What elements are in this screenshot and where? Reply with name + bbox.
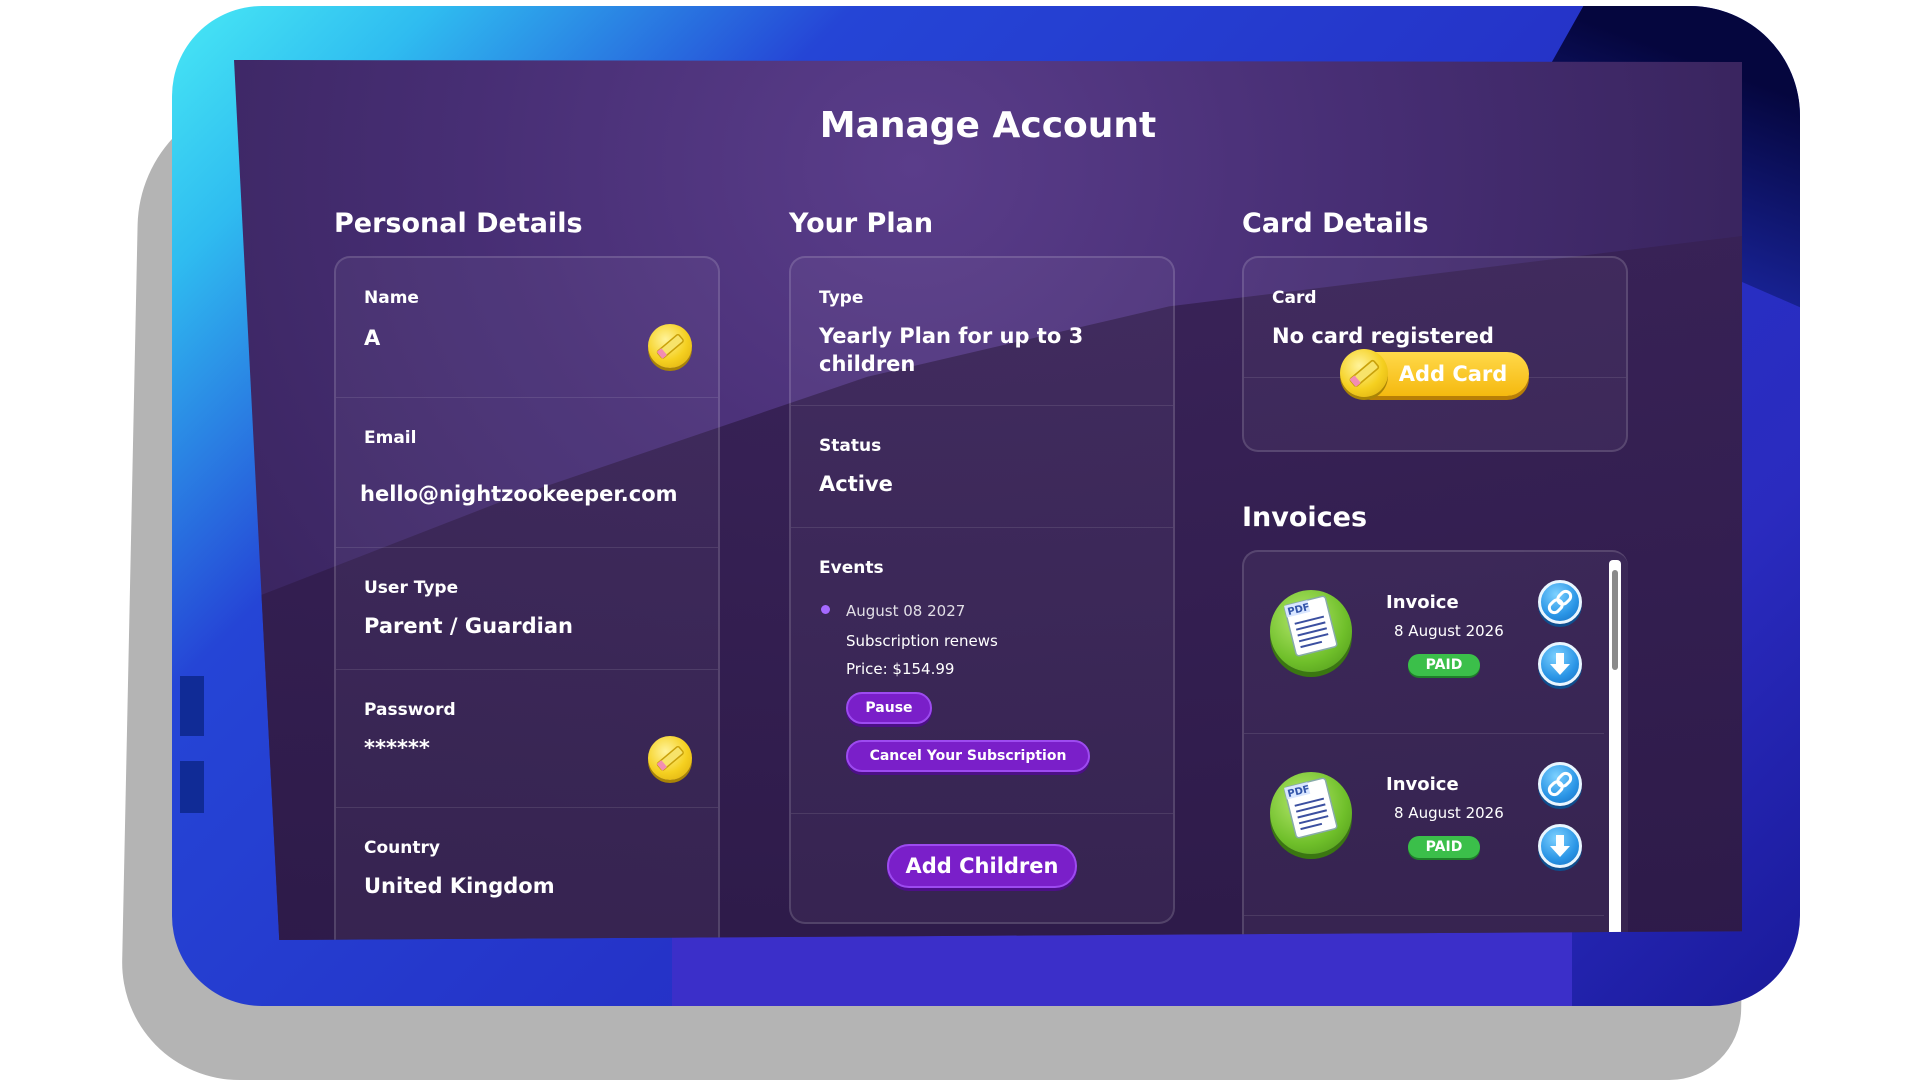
event-bullet bbox=[821, 605, 830, 614]
email-value: hello@nightzookeeper.com bbox=[360, 482, 678, 506]
country-label: Country bbox=[364, 838, 440, 858]
edit-name-button[interactable] bbox=[648, 324, 692, 368]
name-label: Name bbox=[364, 288, 419, 308]
country-row: Country United Kingdom bbox=[336, 808, 718, 940]
your-plan-heading: Your Plan bbox=[789, 208, 934, 239]
your-plan-panel: Type Yearly Plan for up to 3 children St… bbox=[789, 256, 1175, 924]
edit-password-button[interactable] bbox=[648, 736, 692, 780]
plan-events-row: Events August 08 2027 Subscription renew… bbox=[791, 528, 1173, 814]
plan-events-label: Events bbox=[819, 558, 884, 578]
pdf-document-icon: PDF bbox=[1283, 777, 1338, 839]
invoice-date: 8 August 2026 bbox=[1394, 804, 1504, 822]
user-type-row: User Type Parent / Guardian bbox=[336, 548, 718, 670]
password-row: Password ****** bbox=[336, 670, 718, 808]
plan-type-value: Yearly Plan for up to 3 children bbox=[819, 324, 1084, 376]
card-label: Card bbox=[1272, 288, 1317, 308]
invoice-title: Invoice bbox=[1386, 774, 1459, 795]
invoices-scrollbar-thumb[interactable] bbox=[1612, 570, 1618, 670]
user-type-value: Parent / Guardian bbox=[364, 614, 573, 638]
paid-badge: PAID bbox=[1408, 836, 1480, 858]
app-screen: Manage Account Personal Details Name A E… bbox=[234, 60, 1742, 940]
email-row: Email hello@nightzookeeper.com bbox=[336, 398, 718, 548]
pencil-icon bbox=[1349, 359, 1380, 387]
pdf-invoice-icon[interactable]: PDF bbox=[1270, 590, 1352, 672]
password-value: ****** bbox=[364, 736, 430, 760]
invoice-date: 8 August 2026 bbox=[1394, 622, 1504, 640]
name-value: A bbox=[364, 326, 381, 350]
pencil-icon bbox=[656, 334, 684, 359]
plan-type-row: Type Yearly Plan for up to 3 children bbox=[791, 258, 1173, 406]
card-details-heading: Card Details bbox=[1242, 208, 1429, 239]
cancel-subscription-button[interactable]: Cancel Your Subscription bbox=[846, 740, 1090, 772]
pdf-document-icon: PDF bbox=[1283, 595, 1338, 657]
card-value: No card registered bbox=[1272, 324, 1494, 348]
invoice-row: PDF Invoice 8 August 2026 PAID bbox=[1244, 734, 1604, 916]
download-arrow-icon bbox=[1550, 653, 1570, 675]
link-icon bbox=[1547, 771, 1573, 797]
add-card-pencil-badge bbox=[1340, 349, 1388, 397]
link-icon bbox=[1547, 589, 1573, 615]
download-arrow-icon bbox=[1550, 835, 1570, 857]
country-value: United Kingdom bbox=[364, 874, 555, 898]
event-date: August 08 2027 bbox=[846, 602, 966, 620]
add-children-button[interactable]: Add Children bbox=[887, 844, 1077, 888]
plan-status-value: Active bbox=[819, 472, 893, 496]
invoice-link-button[interactable] bbox=[1538, 580, 1582, 624]
invoice-title: Invoice bbox=[1386, 592, 1459, 613]
frame-side-button bbox=[180, 761, 204, 813]
invoice-link-button[interactable] bbox=[1538, 762, 1582, 806]
invoice-row: PDF Invoice 8 August 2026 PAID bbox=[1244, 552, 1604, 734]
password-label: Password bbox=[364, 700, 456, 720]
event-description: Subscription renews bbox=[846, 632, 998, 650]
plan-status-row: Status Active bbox=[791, 406, 1173, 528]
name-row: Name A bbox=[336, 258, 718, 398]
pause-button[interactable]: Pause bbox=[846, 692, 932, 724]
invoices-panel: PDF Invoice 8 August 2026 PAID PDF Invoi… bbox=[1242, 550, 1628, 940]
invoice-download-button[interactable] bbox=[1538, 824, 1582, 868]
pdf-invoice-icon[interactable]: PDF bbox=[1270, 772, 1352, 854]
event-price: Price: $154.99 bbox=[846, 660, 955, 678]
pencil-icon bbox=[656, 746, 684, 771]
invoice-download-button[interactable] bbox=[1538, 642, 1582, 686]
plan-status-label: Status bbox=[819, 436, 882, 456]
personal-details-panel: Name A Email hello@nightzookeeper.com Us… bbox=[334, 256, 720, 940]
paid-badge: PAID bbox=[1408, 654, 1480, 676]
page-title: Manage Account bbox=[819, 105, 1157, 146]
user-type-label: User Type bbox=[364, 578, 459, 598]
invoices-heading: Invoices bbox=[1242, 502, 1368, 533]
email-label: Email bbox=[364, 428, 417, 448]
personal-details-heading: Personal Details bbox=[334, 208, 583, 239]
plan-type-label: Type bbox=[819, 288, 864, 308]
frame-side-button bbox=[180, 676, 204, 736]
